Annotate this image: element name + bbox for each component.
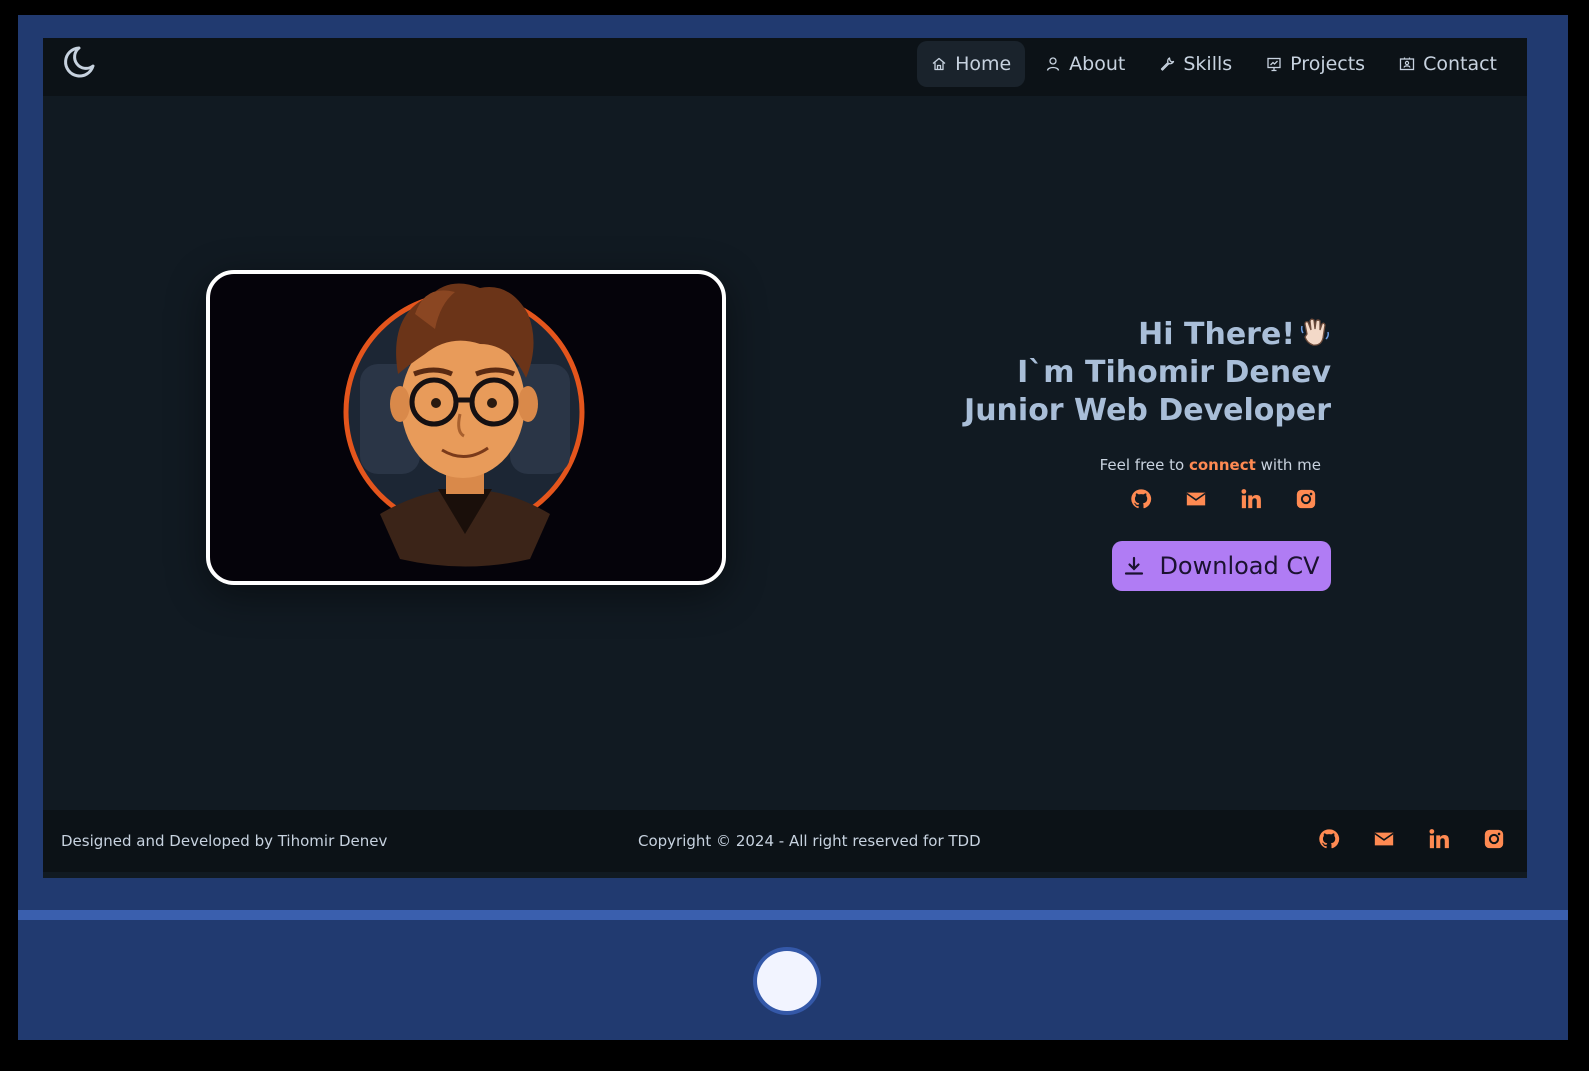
moon-icon[interactable] (59, 42, 99, 82)
mail-icon[interactable] (1185, 488, 1207, 510)
contact-card-icon (1399, 57, 1415, 71)
connect-suffix: with me (1260, 456, 1321, 474)
footer: Designed and Developed by Tihomir Denev … (43, 810, 1527, 872)
github-icon[interactable] (1318, 828, 1340, 850)
navbar: Home About Skills Projects Contact (43, 38, 1527, 96)
nav-label-about: About (1069, 53, 1126, 75)
role-line: Junior Web Developer (964, 393, 1331, 428)
footer-social-links (1318, 828, 1505, 850)
mail-icon[interactable] (1373, 828, 1395, 850)
nav-label-skills: Skills (1183, 53, 1233, 75)
linkedin-icon[interactable] (1428, 828, 1450, 850)
hero-social-links (1130, 488, 1317, 510)
instagram-icon[interactable] (1295, 488, 1317, 510)
greeting-text: Hi There! (1138, 317, 1295, 352)
nav-item-projects[interactable]: Projects (1252, 41, 1379, 87)
instagram-icon[interactable] (1483, 828, 1505, 850)
name-line: I`m Tihomir Denev (1017, 355, 1331, 390)
developer-avatar (206, 270, 726, 585)
power-button[interactable] (757, 951, 817, 1011)
hero-intro: Hi There! I`m Tihomir Denev Junior Web D… (964, 316, 1331, 430)
waving-hand-icon (1300, 318, 1329, 346)
download-cv-label: Download CV (1159, 552, 1320, 580)
nav-label-home: Home (955, 53, 1012, 75)
monitor-chin-divider (18, 910, 1568, 920)
footer-credit: Designed and Developed by Tihomir Denev (61, 832, 388, 850)
github-icon[interactable] (1130, 488, 1152, 510)
presentation-icon (1267, 57, 1281, 72)
user-icon (1047, 57, 1060, 71)
nav-item-skills[interactable]: Skills (1145, 41, 1246, 87)
nav-item-home[interactable]: Home (917, 41, 1026, 87)
nav-label-contact: Contact (1423, 53, 1497, 75)
download-icon (1125, 556, 1144, 575)
connect-text: Feel free to connect with me (1100, 456, 1321, 474)
nav-menu: Home About Skills Projects Contact (917, 41, 1511, 87)
home-icon (932, 57, 946, 71)
wrench-icon (1161, 57, 1175, 71)
nav-item-contact[interactable]: Contact (1385, 41, 1511, 87)
linkedin-icon[interactable] (1240, 488, 1262, 510)
footer-copyright: Copyright © 2024 - All right reserved fo… (638, 832, 981, 850)
connect-prefix: Feel free to (1099, 456, 1185, 474)
nav-label-projects: Projects (1290, 53, 1366, 75)
connect-highlight: connect (1188, 456, 1256, 474)
nav-item-about[interactable]: About (1031, 41, 1139, 87)
greeting-line: Hi There! (964, 316, 1331, 354)
website-screen: Home About Skills Projects Contact Hi Th… (43, 38, 1527, 878)
download-cv-button[interactable]: Download CV (1112, 541, 1331, 591)
